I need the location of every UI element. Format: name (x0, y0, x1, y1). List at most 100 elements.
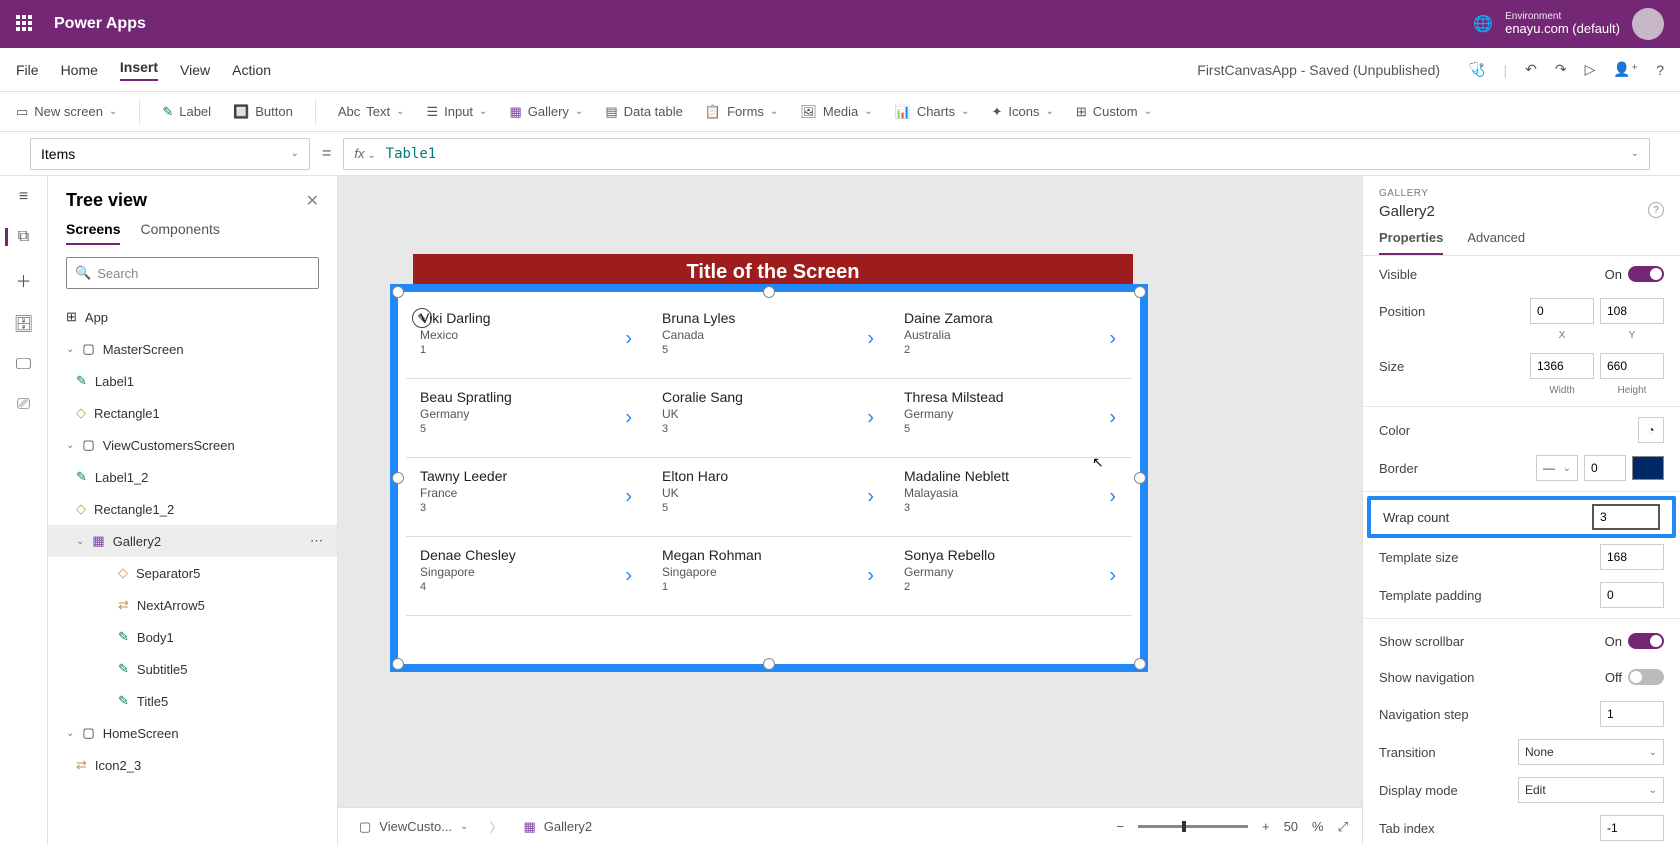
navigation-toggle[interactable] (1628, 669, 1664, 685)
size-width-input[interactable] (1530, 353, 1594, 379)
formula-input[interactable]: fx ⌄ Table1 ⌄ (343, 138, 1650, 170)
canvas[interactable]: Title of the Screen ✎Viki DarlingMexico1… (338, 176, 1362, 845)
resize-handle-n[interactable] (763, 286, 775, 298)
next-arrow-icon[interactable]: › (1109, 328, 1116, 351)
gallery-cell[interactable]: Denae ChesleySingapore4› (406, 537, 648, 615)
display-mode-select[interactable]: Edit⌄ (1518, 777, 1664, 803)
position-x-input[interactable] (1530, 298, 1594, 324)
input-button[interactable]: ☰Input⌄ (426, 104, 487, 120)
tree-app[interactable]: ⊞App (48, 301, 337, 333)
resize-handle-e[interactable] (1134, 472, 1146, 484)
tree-nextarrow5[interactable]: ⇄NextArrow5 (48, 589, 337, 621)
next-arrow-icon[interactable]: › (867, 407, 874, 430)
more-icon[interactable]: ⋯ (310, 533, 323, 549)
tab-components[interactable]: Components (140, 221, 219, 245)
expand-formula-icon[interactable]: ⌄ (1631, 148, 1639, 159)
tab-index-input[interactable] (1600, 815, 1664, 841)
redo-icon[interactable]: ↷ (1555, 61, 1567, 78)
gallery-cell[interactable]: Daine ZamoraAustralia2› (890, 300, 1132, 378)
gallery-cell[interactable]: Coralie SangUK3› (648, 379, 890, 457)
tree-body1[interactable]: ✎Body1 (48, 621, 337, 653)
edit-template-icon[interactable]: ✎ (412, 308, 432, 328)
gallery-cell[interactable]: Megan RohmanSingapore1› (648, 537, 890, 615)
fit-screen-icon[interactable]: ⤢ (1338, 819, 1348, 835)
property-selector[interactable]: Items ⌄ (30, 138, 310, 170)
gallery-cell[interactable]: Bruna LylesCanada5› (648, 300, 890, 378)
resize-handle-se[interactable] (1134, 658, 1146, 670)
zoom-slider[interactable] (1138, 825, 1248, 828)
menu-home[interactable]: Home (61, 62, 98, 78)
media-rail-icon[interactable]: 🖵 (16, 356, 31, 374)
custom-button[interactable]: ⊞Custom⌄ (1076, 104, 1152, 120)
environment-block[interactable]: Environment enayu.com (default) (1505, 11, 1620, 36)
help-icon[interactable]: ? (1648, 202, 1664, 218)
menu-action[interactable]: Action (232, 62, 271, 78)
hamburger-icon[interactable]: ≡ (19, 188, 28, 206)
template-padding-input[interactable] (1600, 582, 1664, 608)
tree-search[interactable]: 🔍 Search (66, 257, 319, 289)
border-style-select[interactable]: —⌄ (1536, 455, 1578, 481)
gallery-cell[interactable]: Elton HaroUK5› (648, 458, 890, 536)
gallery-selection[interactable]: ✎Viki DarlingMexico1›Bruna LylesCanada5›… (390, 284, 1148, 672)
gallery-cell[interactable]: Sonya RebelloGermany2› (890, 537, 1132, 615)
next-arrow-icon[interactable]: › (1109, 565, 1116, 588)
play-icon[interactable]: ▷ (1585, 61, 1596, 78)
tree-rectangle1[interactable]: ◇Rectangle1 (48, 397, 337, 429)
next-arrow-icon[interactable]: › (867, 565, 874, 588)
gallery-button[interactable]: ▦Gallery⌄ (509, 104, 583, 120)
menu-insert[interactable]: Insert (120, 59, 158, 81)
tab-advanced[interactable]: Advanced (1467, 230, 1525, 255)
scrollbar-toggle[interactable] (1628, 633, 1664, 649)
tree-masterscreen[interactable]: ⌄▢MasterScreen (48, 333, 337, 365)
color-picker-button[interactable]: ◔ (1638, 417, 1664, 443)
next-arrow-icon[interactable]: › (867, 328, 874, 351)
template-size-input[interactable] (1600, 544, 1664, 570)
button-button[interactable]: 🔲Button (233, 104, 293, 120)
gallery-cell[interactable]: Thresa MilsteadGermany5› (890, 379, 1132, 457)
resize-handle-s[interactable] (763, 658, 775, 670)
data-icon[interactable]: 🗄 (13, 314, 33, 334)
avatar[interactable] (1632, 8, 1664, 40)
border-width-input[interactable] (1584, 455, 1626, 481)
resize-handle-sw[interactable] (392, 658, 404, 670)
label-button[interactable]: ✎Label (162, 104, 211, 120)
tree-gallery2[interactable]: ⌄▦Gallery2⋯ (48, 525, 337, 557)
tree-homescreen[interactable]: ⌄▢HomeScreen (48, 717, 337, 749)
tree-rectangle1-2[interactable]: ◇Rectangle1_2 (48, 493, 337, 525)
next-arrow-icon[interactable]: › (1109, 407, 1116, 430)
gallery-cell[interactable]: ✎Viki DarlingMexico1› (406, 300, 648, 378)
help-icon[interactable]: ? (1656, 62, 1664, 78)
data-table-button[interactable]: ▤Data table (605, 104, 683, 120)
share-icon[interactable]: 👤⁺ (1613, 61, 1638, 78)
icons-button[interactable]: ✦Icons⌄ (992, 104, 1054, 120)
tab-screens[interactable]: Screens (66, 221, 120, 245)
next-arrow-icon[interactable]: › (625, 407, 632, 430)
tree-title5[interactable]: ✎Title5 (48, 685, 337, 717)
charts-button[interactable]: 📊Charts⌄ (895, 104, 970, 120)
tree-view-icon[interactable]: ⧉ (5, 228, 29, 246)
next-arrow-icon[interactable]: › (867, 486, 874, 509)
menu-view[interactable]: View (180, 62, 210, 78)
breadcrumb-gallery[interactable]: ▦Gallery2 (516, 816, 599, 838)
next-arrow-icon[interactable]: › (625, 486, 632, 509)
forms-button[interactable]: 📋Forms⌄ (705, 104, 778, 120)
navigation-step-input[interactable] (1600, 701, 1664, 727)
new-screen-button[interactable]: ▭New screen⌄ (16, 104, 117, 120)
tree-viewcustomers[interactable]: ⌄▢ViewCustomersScreen (48, 429, 337, 461)
tree-separator5[interactable]: ◇Separator5 (48, 557, 337, 589)
breadcrumb-screen[interactable]: ▢ViewCusto...⌄ (352, 816, 475, 838)
transition-select[interactable]: None⌄ (1518, 739, 1664, 765)
waffle-icon[interactable] (16, 15, 34, 33)
app-checker-icon[interactable]: 🩺 (1468, 61, 1485, 78)
menu-file[interactable]: File (16, 62, 39, 78)
resize-handle-ne[interactable] (1134, 286, 1146, 298)
resize-handle-nw[interactable] (392, 286, 404, 298)
next-arrow-icon[interactable]: › (625, 565, 632, 588)
next-arrow-icon[interactable]: › (1109, 486, 1116, 509)
gallery-cell[interactable]: Tawny LeederFrance3› (406, 458, 648, 536)
position-y-input[interactable] (1600, 298, 1664, 324)
insert-icon[interactable]: ＋ (15, 268, 31, 292)
tree-label1-2[interactable]: ✎Label1_2 (48, 461, 337, 493)
wrap-count-input[interactable] (1592, 504, 1660, 530)
advanced-icon[interactable]: ⎚ (17, 396, 30, 414)
